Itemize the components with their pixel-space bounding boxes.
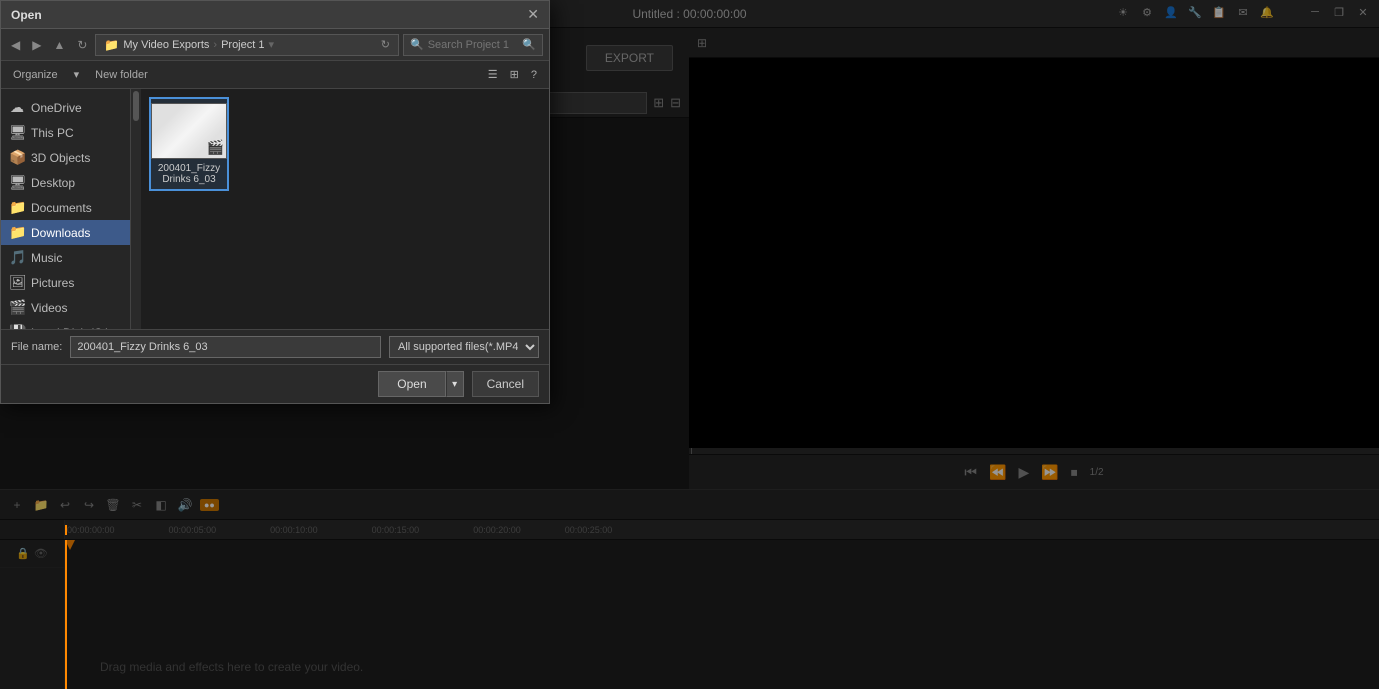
sidebar-item-3dobjects[interactable]: 📦 3D Objects [1,145,130,170]
organize-button[interactable]: Organize [9,67,62,83]
path-refresh-icon[interactable]: ↻ [381,38,390,51]
nav-refresh-button[interactable]: ↻ [73,36,91,54]
dialog-close-button[interactable]: ✕ [527,6,539,23]
nav-search: 🔍 🔍 [403,34,543,56]
help-icon[interactable]: ? [527,67,541,83]
onedrive-icon: ☁ [9,99,25,116]
open-dialog: Open ✕ ◀ ▶ ▲ ↻ 📁 My Video Exports › Proj… [0,0,550,404]
videos-icon: 🎬 [9,299,25,316]
dialog-body: ☁ OneDrive 🖥 This PC 📦 3D Objects 🖥 Desk… [1,89,549,329]
organize-arrow[interactable]: ▾ [70,66,84,83]
files-area: 🎬 200401_FizzyDrinks 6_03 [141,89,549,329]
desktop-icon: 🖥 [9,174,25,191]
thispc-icon: 🖥 [9,124,25,141]
dialog-sidebar: ☁ OneDrive 🖥 This PC 📦 3D Objects 🖥 Desk… [1,89,131,329]
nav-up-button[interactable]: ▲ [49,36,69,54]
sidebar-item-desktop[interactable]: 🖥 Desktop [1,170,130,195]
path-part-2[interactable]: Project 1 [221,39,264,51]
sidebar-item-pictures[interactable]: 🖼 Pictures [1,270,130,295]
filename-input[interactable] [70,336,381,358]
open-button[interactable]: Open [378,371,445,397]
sidebar-item-onedrive[interactable]: ☁ OneDrive [1,95,130,120]
dialog-title: Open [11,8,42,22]
view-grid-icon[interactable]: ⊞ [506,66,523,83]
path-dropdown-arrow[interactable]: ▾ [268,38,274,51]
nav-back-button[interactable]: ◀ [7,36,24,54]
dialog-buttons: Open ▾ Cancel [1,364,549,403]
path-separator: › [213,39,217,51]
filename-row: File name: All supported files(*.MP4;*.F… [1,329,549,364]
dialog-titlebar: Open ✕ [1,1,549,29]
file-label-1: 200401_FizzyDrinks 6_03 [158,163,220,185]
documents-icon: 📁 [9,199,25,216]
open-button-group: Open ▾ [378,371,463,397]
view-list-icon[interactable]: ☰ [484,66,502,83]
sidebar-item-documents[interactable]: 📁 Documents [1,195,130,220]
open-dropdown-button[interactable]: ▾ [446,371,464,397]
cancel-button[interactable]: Cancel [472,371,539,397]
downloads-icon: 📁 [9,224,25,241]
dialog-nav: ◀ ▶ ▲ ↻ 📁 My Video Exports › Project 1 ▾… [1,29,549,61]
nav-forward-button[interactable]: ▶ [28,36,45,54]
filetype-select[interactable]: All supported files(*.MP4;*.FLV; All Fil… [389,336,539,358]
search-magnifier-icon: 🔍 [410,38,424,51]
sidebar-item-thispc[interactable]: 🖥 This PC [1,120,130,145]
filename-label: File name: [11,341,62,353]
file-thumbnail: 🎬 [151,103,227,159]
dialog-secondary-toolbar: Organize ▾ New folder ☰ ⊞ ? [1,61,549,89]
path-part-1[interactable]: My Video Exports [123,39,209,51]
pictures-icon: 🖼 [9,274,25,291]
new-folder-button[interactable]: New folder [91,67,152,83]
sidebar-item-localdisk[interactable]: 💾 Local Disk (C:) [1,320,130,329]
localdisk-icon: 💾 [9,324,25,329]
sidebar-item-music[interactable]: 🎵 Music [1,245,130,270]
sidebar-item-downloads[interactable]: 📁 Downloads [1,220,130,245]
sidebar-item-videos[interactable]: 🎬 Videos [1,295,130,320]
nav-path: 📁 My Video Exports › Project 1 ▾ ↻ [95,34,399,56]
search-submit-icon[interactable]: 🔍 [522,38,536,51]
path-icon: 📁 [104,38,119,52]
3dobjects-icon: 📦 [9,149,25,166]
dialog-overlay: Open ✕ ◀ ▶ ▲ ↻ 📁 My Video Exports › Proj… [0,0,1379,689]
file-item-1[interactable]: 🎬 200401_FizzyDrinks 6_03 [149,97,229,191]
music-icon: 🎵 [9,249,25,266]
sidebar-scrollbar[interactable] [131,89,141,329]
app-background: ≡ Untitled : 00:00:00:00 ☀ ⚙ 👤 🔧 📋 ✉ 🔔 ─… [0,0,1379,689]
search-input[interactable] [428,39,519,51]
